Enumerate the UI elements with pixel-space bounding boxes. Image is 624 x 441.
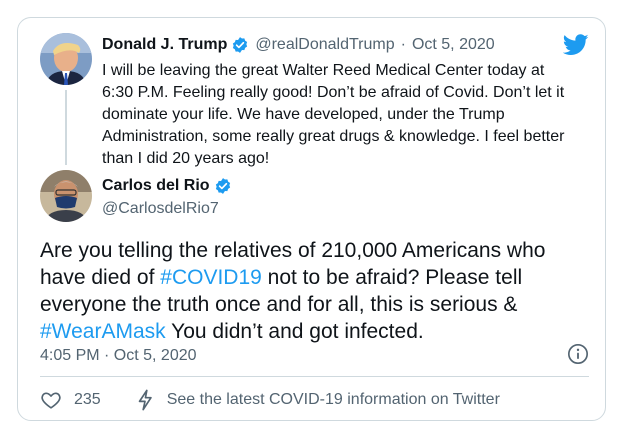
verified-badge-icon xyxy=(214,177,232,195)
tweet-timestamp[interactable]: 4:05 PM · Oct 5, 2020 xyxy=(40,346,197,366)
tweet-footer: 235 See the latest COVID-19 information … xyxy=(40,388,500,412)
hashtag-covid19-link[interactable]: #COVID19 xyxy=(160,266,262,289)
thread-connector-line xyxy=(65,90,67,165)
author-avatar[interactable] xyxy=(40,170,92,222)
quoted-tweet-header: Donald J. Trump @realDonaldTrump · Oct 5… xyxy=(102,35,495,55)
verified-badge-icon xyxy=(231,36,249,54)
tweet-text: Are you telling the relatives of 210,000… xyxy=(40,237,585,345)
quoted-author-handle[interactable]: @realDonaldTrump xyxy=(255,35,394,55)
like-count[interactable]: 235 xyxy=(74,391,101,409)
quoted-author-avatar[interactable] xyxy=(40,33,92,85)
author-name[interactable]: Carlos del Rio xyxy=(102,176,210,196)
tweet-author-header: Carlos del Rio xyxy=(102,176,232,196)
info-icon[interactable] xyxy=(567,343,589,365)
quoted-tweet-date[interactable]: Oct 5, 2020 xyxy=(412,35,495,55)
tweet-text-part: You didn’t and got infected. xyxy=(165,320,424,343)
author-handle[interactable]: @CarlosdelRio7 xyxy=(102,199,219,219)
tweet-embed-card[interactable]: Donald J. Trump @realDonaldTrump · Oct 5… xyxy=(17,17,606,421)
lightning-bolt-icon xyxy=(138,389,152,411)
hashtag-wearamask-link[interactable]: #WearAMask xyxy=(40,320,166,343)
quoted-tweet-text: I will be leaving the great Walter Reed … xyxy=(102,62,565,167)
footer-divider xyxy=(40,376,589,377)
covid-info-link[interactable]: See the latest COVID-19 information on T… xyxy=(167,391,500,409)
twitter-bird-icon[interactable] xyxy=(563,34,589,56)
heart-icon[interactable] xyxy=(40,389,62,411)
quoted-author-name[interactable]: Donald J. Trump xyxy=(102,35,227,55)
header-separator: · xyxy=(400,36,406,53)
